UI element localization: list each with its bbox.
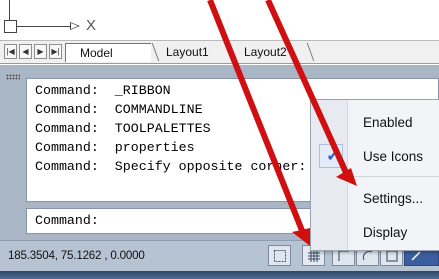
object-snap-icon xyxy=(411,251,421,261)
menu-item-enabled[interactable]: Enabled xyxy=(311,110,439,136)
tab-model[interactable]: Model xyxy=(65,43,151,62)
tab-layout1[interactable]: Layout1 xyxy=(158,43,228,62)
menu-item-label: Use Icons xyxy=(363,149,424,164)
infer-constraints-button[interactable] xyxy=(268,245,291,266)
menu-separator xyxy=(351,176,439,177)
infer-constraints-icon xyxy=(274,250,286,262)
history-line: Command: _RIBBON xyxy=(35,83,171,98)
previous-tab-button[interactable]: ◀ xyxy=(19,44,32,59)
grid-icon xyxy=(338,250,349,261)
first-tab-button[interactable]: |◀ xyxy=(4,44,17,59)
command-window-grip-icon[interactable] xyxy=(6,74,20,80)
coordinate-readout[interactable]: 185.3504, 75.1262 , 0.0000 xyxy=(8,249,145,262)
layout-tab-strip: |◀ ◀ ▶ ▶| Model Layout1 Layout2 xyxy=(0,40,439,64)
menu-item-label: Display xyxy=(363,225,408,240)
polar-icon xyxy=(386,250,398,262)
drawing-area[interactable]: X xyxy=(0,0,439,40)
last-tab-button[interactable]: ▶| xyxy=(49,44,62,59)
checkmark-icon: ✓ xyxy=(326,146,341,165)
context-menu: Enabled ✓ Use Icons Settings... Display xyxy=(310,99,439,251)
tab-divider xyxy=(306,43,315,61)
snap-grid-icon xyxy=(308,250,320,262)
menu-item-settings[interactable]: Settings... xyxy=(311,186,439,212)
menu-item-display[interactable]: Display xyxy=(311,220,439,246)
menu-item-label: Settings... xyxy=(363,191,424,206)
ucs-x-label: X xyxy=(86,17,97,34)
tab-layout2[interactable]: Layout2 xyxy=(236,43,306,62)
ucs-x-arrow-icon xyxy=(70,22,80,30)
menu-item-use-icons[interactable]: ✓ Use Icons xyxy=(311,144,439,170)
ucs-x-axis-line xyxy=(17,26,71,27)
taskbar-strip xyxy=(0,271,439,279)
menu-item-label: Enabled xyxy=(363,115,413,130)
ucs-y-axis-line xyxy=(9,0,10,21)
next-tab-button[interactable]: ▶ xyxy=(34,44,47,59)
ucs-origin-box xyxy=(4,20,17,33)
ortho-icon xyxy=(362,250,373,261)
